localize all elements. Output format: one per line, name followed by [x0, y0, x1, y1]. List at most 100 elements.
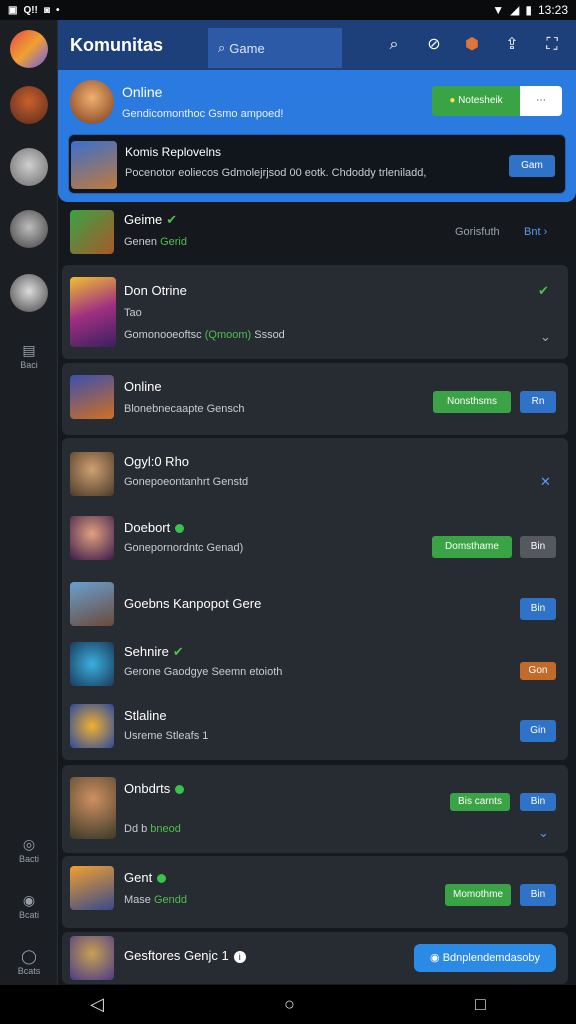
checkmark-icon: ✔	[538, 283, 549, 298]
sidebar-avatar-4[interactable]	[10, 274, 48, 312]
verified-icon: ✔	[172, 644, 184, 659]
fullscreen-icon[interactable]: ⛶	[541, 34, 563, 56]
chevron-down-icon[interactable]: ⌄	[540, 329, 551, 345]
featured-inner-card[interactable]: Komis Replovelns Pocenotor eoliecos Gdmo…	[68, 134, 566, 194]
item-action-button[interactable]: Nonsthsms	[433, 391, 511, 413]
list-item-card[interactable]: Online Blonebnecaapte Gensch Nonsthsms R…	[62, 363, 568, 435]
shield-notification-icon: ◙	[43, 4, 50, 16]
profile-icon[interactable]: ◯	[20, 948, 38, 964]
item-sub: Mase Gendd	[124, 894, 187, 906]
home-icon[interactable]: ○	[284, 994, 295, 1015]
inbox-icon[interactable]: ▤	[20, 342, 38, 358]
sidebar-avatar-3[interactable]	[10, 210, 48, 248]
featured-panel: Online Gendicomonthoc Gsmo ampoed! ● Not…	[58, 70, 576, 202]
list-item[interactable]: Doebort Gonepornordntc Genad) Domsthame …	[62, 512, 568, 572]
list-item[interactable]: Ogyl:0 Rho Gonepoeontanhrt Genstd ✕	[62, 446, 568, 506]
item-sub: Gomonooeoftsc (Qmoom) Sssod	[124, 329, 285, 341]
list-item-card[interactable]: Gent Mase Gendd Momothme Bin	[62, 856, 568, 928]
item-right-link[interactable]: Bnt ›	[524, 226, 547, 238]
status-bar: ▣ Q!! ◙ • ▼ ◢ ▮ 13:23	[0, 0, 576, 20]
list-item[interactable]: Stlaline Usreme Stleafs 1 Gin	[62, 700, 568, 758]
wifi-icon: ▼	[492, 3, 505, 17]
chevron-down-icon[interactable]: ⌄	[538, 825, 549, 841]
list-item[interactable]: Geime ✔ Genen Gerid Gorisfuth Bnt ›	[62, 202, 568, 262]
list-item[interactable]: Goebns Kanpopot Gere Bin	[62, 578, 568, 638]
item-secondary-button[interactable]: Rn	[520, 391, 556, 413]
notification-button[interactable]: ● Notesheik	[432, 86, 520, 116]
share-icon[interactable]: ⇪	[501, 34, 523, 56]
list-item[interactable]: Sehnire ✔ Gerone Gaodgye Seemn etoioth Go…	[62, 640, 568, 700]
item-sub2: Tao	[124, 307, 142, 319]
game-icon	[70, 936, 114, 980]
item-secondary-button[interactable]: Bin	[520, 793, 556, 811]
battery-icon: ▮	[525, 3, 532, 17]
game-icon	[70, 277, 116, 347]
wide-action-button-label: Bdnplendemdasoby	[442, 952, 540, 964]
globe-icon: ◉	[430, 952, 440, 964]
item-right-text: Gorisfuth	[455, 226, 500, 238]
item-sub: Blonebnecaapte Gensch	[124, 403, 245, 415]
item-name: Sehnire ✔	[124, 644, 184, 659]
game-icon	[70, 777, 116, 839]
info-icon[interactable]: ◉	[20, 892, 38, 908]
search-input[interactable]: ⌕ Game	[208, 28, 342, 68]
game-icon	[70, 516, 114, 560]
game-icon	[70, 452, 114, 496]
game-icon	[70, 375, 114, 419]
top-bar: Komunitas ⌕ Game ⌕ ⊘ ⬢ ⇪ ⛶	[58, 20, 576, 70]
close-icon[interactable]: ✕	[540, 474, 551, 490]
featured-inner-avatar	[71, 141, 117, 189]
verified-icon: ✔	[166, 212, 178, 227]
item-secondary-button[interactable]: Bin	[520, 884, 556, 906]
recents-icon[interactable]: □	[475, 994, 486, 1015]
item-name: Gent	[124, 870, 167, 885]
item-secondary-button[interactable]: Bin	[520, 598, 556, 620]
system-nav-bar: ◁ ○ □	[0, 985, 576, 1024]
item-name: Don Otrine	[124, 283, 187, 298]
list-item-card[interactable]: Don Otrine Tao Gomonooeoftsc (Qmoom) Sss…	[62, 265, 568, 359]
list-item-card[interactable]: Onbdrts Dd b bneod Bis carnts Bin ⌄	[62, 765, 568, 853]
online-dot-icon	[175, 524, 185, 534]
sidebar-label-2: Bacti	[18, 854, 39, 864]
sidebar-label-3: Bcati	[18, 910, 39, 920]
item-sub: Gonepoeontanhrt Genstd	[124, 476, 249, 488]
sidebar-avatar-1[interactable]	[10, 86, 48, 124]
item-action-button[interactable]: Domsthame	[432, 536, 512, 558]
sidebar-label-1: Baci	[20, 360, 38, 370]
featured-inner-button[interactable]: Gam	[509, 155, 555, 177]
list-item-card[interactable]: Gesftores Genjc 1i ◉ Bdnplendemdasoby	[62, 932, 568, 984]
badge-icon[interactable]: ⬢	[461, 34, 483, 56]
item-name: Doebort	[124, 520, 185, 535]
status-left-text: Q!!	[23, 4, 38, 16]
item-action-button[interactable]: Momothme	[445, 884, 511, 906]
back-icon[interactable]: ◁	[90, 994, 104, 1015]
sidebar-avatar-2[interactable]	[10, 148, 48, 186]
item-name: Ogyl:0 Rho	[124, 454, 190, 469]
item-sub: Gerone Gaodgye Seemn etoioth	[124, 666, 283, 678]
item-secondary-button[interactable]: Bin	[520, 536, 556, 558]
item-sub: Genen Gerid	[124, 236, 187, 248]
featured-avatar	[70, 80, 114, 124]
item-name: Gesftores Genjc 1i	[124, 948, 246, 963]
item-name: Online	[124, 379, 162, 394]
search-placeholder: Game	[229, 40, 265, 56]
item-action-button[interactable]: Bis carnts	[450, 793, 510, 811]
wide-action-button[interactable]: ◉ Bdnplendemdasoby	[414, 944, 556, 972]
search-icon[interactable]: ⌕	[383, 34, 405, 56]
app-logo-icon[interactable]	[10, 30, 48, 68]
explore-icon[interactable]: ⊘	[423, 34, 445, 56]
dot-icon: •	[55, 4, 60, 16]
item-name: Goebns Kanpopot Gere	[124, 596, 262, 611]
item-sub: Usreme Stleafs 1	[124, 730, 209, 742]
game-icon	[70, 704, 114, 748]
item-secondary-button[interactable]: Gon	[520, 662, 556, 680]
item-secondary-button[interactable]: Gin	[520, 720, 556, 742]
game-icon	[70, 866, 114, 910]
item-name: Geime ✔	[124, 212, 178, 227]
more-options-button[interactable]: ⋯	[520, 86, 562, 116]
info-badge-icon: i	[233, 951, 246, 963]
item-name: Onbdrts	[124, 781, 185, 796]
online-dot-icon	[175, 785, 185, 795]
featured-name: Online	[122, 84, 163, 100]
settings-icon[interactable]: ◎	[20, 836, 38, 852]
